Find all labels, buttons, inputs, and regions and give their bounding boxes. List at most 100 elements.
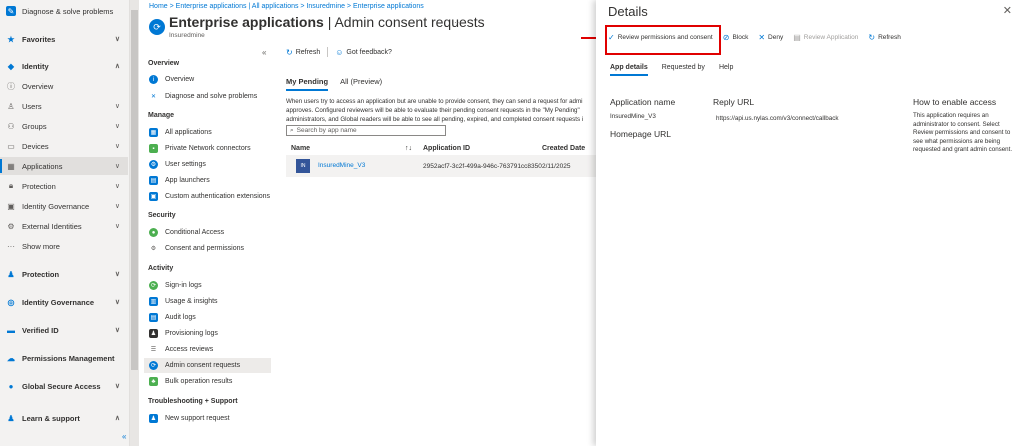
tab-my-pending[interactable]: My Pending	[286, 77, 329, 91]
info-icon: i	[149, 75, 158, 84]
group-icon: ⚇	[7, 121, 15, 131]
menu-item-diagnose[interactable]: ✕ Diagnose and solve problems	[144, 89, 271, 104]
tab-requested-by[interactable]: Requested by	[662, 64, 705, 76]
block-button[interactable]: ⊘ Block	[723, 33, 749, 42]
chevron-down-icon: ∨	[114, 271, 120, 278]
conditional-access-icon: ●	[149, 228, 158, 237]
chevron-down-icon: ∨	[114, 103, 120, 110]
more-options-icon[interactable]: ···	[454, 18, 462, 27]
close-icon[interactable]: ✕	[1003, 4, 1012, 17]
audit-icon: ▤	[149, 313, 158, 322]
breadcrumb[interactable]: Home > Enterprise applications | All app…	[149, 3, 424, 10]
protection-icon: ♟	[7, 269, 15, 279]
app-id-cell: 2952acf7-3c2f-499a-946c-763791cc8350	[423, 163, 542, 170]
collapse-nav-button[interactable]: «	[122, 432, 126, 441]
menu-item-private-network[interactable]: ▪ Private Network connectors	[144, 141, 271, 156]
refresh-icon: ↻	[286, 47, 293, 57]
menu-section-security: Security	[148, 212, 176, 219]
menu-item-bulk-ops[interactable]: ♣ Bulk operation results	[144, 374, 271, 389]
nav-item-identity-governance[interactable]: ▣ Identity Governance ∨	[0, 197, 128, 215]
menu-item-consent-permissions[interactable]: ⚙ Consent and permissions	[144, 241, 271, 256]
tab-all-preview[interactable]: All (Preview)	[340, 77, 382, 91]
nav-item-users[interactable]: ♙ Users ∨	[0, 97, 128, 115]
checkmark-icon: ✓	[608, 33, 615, 42]
nav-item-diagnose[interactable]: ✎ Diagnose & solve problems	[0, 2, 128, 20]
created-date-cell: 2/11/2025	[542, 163, 571, 170]
menu-item-custom-auth[interactable]: ▣ Custom authentication extensions	[144, 189, 271, 204]
main-toolbar: ↻ Refresh ☺ Got feedback?	[286, 47, 392, 57]
wrench-icon: ✎	[6, 6, 16, 16]
gear-icon: ⚙	[150, 246, 157, 252]
nav-item-identity[interactable]: ◆ Identity ∧	[0, 57, 128, 75]
deny-button[interactable]: ✕ Deny	[758, 33, 783, 42]
nav-item-protection-section[interactable]: ♟ Protection ∨	[0, 265, 128, 283]
menu-item-access-reviews[interactable]: ☰ Access reviews	[144, 342, 271, 357]
verified-id-icon: ▬	[7, 325, 15, 335]
menu-item-app-launchers[interactable]: ▤ App launchers	[144, 173, 271, 188]
consent-icon: ⟳	[149, 361, 158, 370]
chevron-down-icon: ∨	[114, 163, 120, 170]
column-header-app-id[interactable]: Application ID	[423, 145, 470, 152]
nav-item-groups[interactable]: ⚇ Groups ∨	[0, 117, 128, 135]
support-icon: ♟	[149, 414, 158, 423]
app-name-link[interactable]: InsuredMine_V3	[318, 162, 365, 169]
chevron-up-icon: ∧	[114, 63, 120, 70]
chevron-down-icon: ∨	[114, 327, 120, 334]
nav-item-protection[interactable]: 🔒︎ Protection ∨	[0, 177, 128, 195]
launcher-icon: ▤	[149, 176, 158, 185]
nav-item-permissions-management[interactable]: ☁ Permissions Management	[0, 349, 128, 367]
column-header-name[interactable]: Name	[291, 145, 310, 152]
extension-icon: ▣	[149, 192, 158, 201]
external-icon: ⚙	[7, 221, 15, 231]
search-input[interactable]: ⌕ Search by app name	[286, 125, 446, 136]
toolbar-divider	[327, 47, 329, 57]
menu-item-signin-logs[interactable]: ⟳ Sign-in logs	[144, 278, 271, 293]
menu-item-usage-insights[interactable]: ▥ Usage & insights	[144, 294, 271, 309]
main-content: Home > Enterprise applications | All app…	[140, 0, 596, 446]
review-application-button[interactable]: ▤ Review Application	[793, 33, 858, 42]
nav-item-external-identities[interactable]: ⚙ External Identities ∨	[0, 217, 128, 235]
menu-item-conditional-access[interactable]: ● Conditional Access	[144, 225, 271, 240]
nav-item-verified-id[interactable]: ▬ Verified ID ∨	[0, 321, 128, 339]
details-tabs: App details Requested by Help	[610, 64, 733, 76]
settings-icon: ⚙	[149, 160, 158, 169]
info-icon: ⓘ	[7, 81, 15, 91]
sort-icon[interactable]: ↑↓	[405, 145, 412, 152]
nav-item-global-secure-access[interactable]: ● Global Secure Access ∨	[0, 377, 128, 395]
applications-icon: ▦	[7, 161, 15, 171]
page-subtitle: Insuredmine	[169, 32, 205, 39]
nav-item-identity-governance-section[interactable]: ◎ Identity Governance ∨	[0, 293, 128, 311]
menu-item-admin-consent[interactable]: ⟳ Admin consent requests	[144, 358, 271, 373]
network-icon: ▪	[149, 144, 158, 153]
menu-item-all-applications[interactable]: ▦ All applications	[144, 125, 271, 140]
nav-scrollbar-thumb[interactable]	[131, 10, 138, 370]
menu-item-user-settings[interactable]: ⚙ User settings	[144, 157, 271, 172]
column-header-created[interactable]: Created Date	[542, 145, 585, 152]
nav-item-applications[interactable]: ▦ Applications ∨	[0, 157, 128, 175]
refresh-button[interactable]: ↻ Refresh	[286, 48, 320, 57]
tab-help[interactable]: Help	[719, 64, 733, 76]
list-icon: ☰	[150, 347, 157, 353]
page-title: Enterprise applications | Admin consent …	[169, 14, 485, 30]
collapse-menu-button[interactable]: «	[262, 48, 266, 57]
menu-item-overview[interactable]: i Overview	[144, 72, 271, 87]
review-permissions-button[interactable]: ✓ Review permissions and consent	[608, 33, 713, 42]
nav-item-learn-support[interactable]: ♟ Learn & support ∧	[0, 409, 128, 427]
feedback-button[interactable]: ☺ Got feedback?	[335, 48, 392, 57]
nav-item-show-more[interactable]: ··· Show more	[0, 237, 128, 255]
globe-icon: ●	[8, 381, 14, 391]
chevron-down-icon: ∨	[114, 143, 120, 150]
homepage-url-label: Homepage URL	[610, 129, 671, 139]
menu-item-audit-logs[interactable]: ▤ Audit logs	[144, 310, 271, 325]
menu-item-provisioning-logs[interactable]: ♟ Provisioning logs	[144, 326, 271, 341]
menu-item-new-support[interactable]: ♟ New support request	[144, 411, 271, 426]
nav-item-overview[interactable]: ⓘ Overview	[0, 77, 128, 95]
devices-icon: ▭	[7, 141, 15, 151]
tab-app-details[interactable]: App details	[610, 64, 648, 76]
details-refresh-button[interactable]: ↻ Refresh	[868, 33, 900, 42]
chart-icon: ▥	[149, 297, 158, 306]
deny-icon: ✕	[758, 33, 766, 42]
nav-item-devices[interactable]: ▭ Devices ∨	[0, 137, 128, 155]
nav-item-favorites[interactable]: ★ Favorites ∨	[0, 30, 128, 48]
search-icon: ⌕	[290, 126, 294, 134]
